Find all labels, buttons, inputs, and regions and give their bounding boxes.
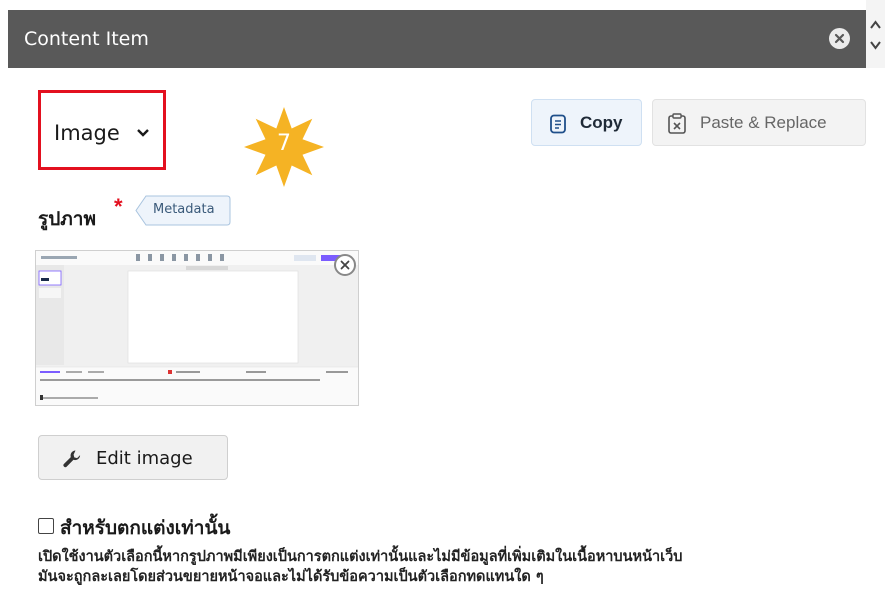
content-type-select[interactable]: Image — [38, 90, 166, 170]
copy-icon — [550, 114, 566, 134]
close-icon[interactable] — [829, 28, 850, 49]
paste-replace-label: Paste & Replace — [700, 113, 827, 132]
metadata-label: Metadata — [153, 202, 215, 217]
clipboard-replace-icon — [668, 113, 686, 134]
edit-image-label: Edit image — [96, 448, 193, 469]
decorative-help-text: เปิดใช้งานตัวเลือกนี้หากรูปภาพมีเพียงเป็… — [38, 547, 868, 587]
step-badge: 7 — [244, 107, 324, 187]
metadata-button[interactable]: Metadata — [135, 195, 231, 226]
copy-button[interactable]: Copy — [531, 99, 642, 146]
edit-image-button[interactable]: Edit image — [38, 435, 228, 480]
chevron-down-icon — [137, 129, 149, 137]
help-line-1: เปิดใช้งานตัวเลือกนี้หากรูปภาพมีเพียงเป็… — [38, 549, 683, 565]
decorative-only-checkbox[interactable] — [38, 518, 54, 534]
copy-label: Copy — [580, 113, 623, 132]
required-marker: * — [114, 194, 123, 219]
screenshot-preview-image — [36, 251, 358, 405]
image-field-label: รูปภาพ — [38, 208, 96, 230]
paste-replace-button[interactable]: Paste & Replace — [652, 99, 866, 146]
step-number: 7 — [277, 131, 291, 156]
scroll-control[interactable] — [866, 0, 885, 68]
content-item-header: Content Item — [8, 10, 866, 68]
chevron-up-down-icon — [870, 20, 881, 50]
decorative-only-label[interactable]: สำหรับตกแต่งเท่านั้น — [60, 513, 230, 543]
image-thumbnail[interactable] — [35, 250, 359, 406]
panel-title: Content Item — [24, 28, 149, 50]
content-type-value: Image — [54, 121, 120, 145]
remove-image-icon[interactable] — [334, 254, 356, 276]
help-line-2: มันจะถูกละเลยโดยส่วนขยายหน้าจอและไม่ได้ร… — [38, 569, 544, 585]
wrench-icon — [63, 450, 81, 468]
